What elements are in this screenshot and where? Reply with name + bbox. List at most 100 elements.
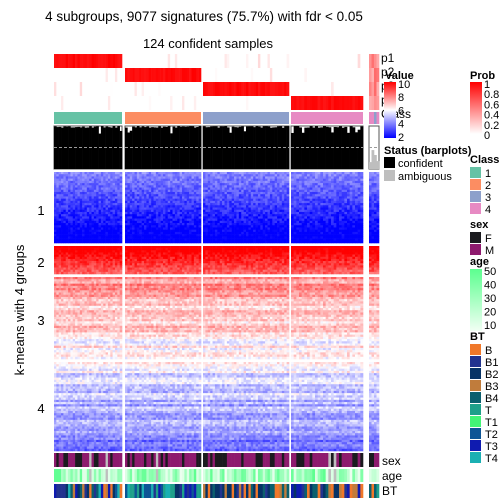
heatmap-cell bbox=[61, 234, 64, 237]
heatmap-cell bbox=[246, 234, 249, 237]
heatmap-cell bbox=[65, 198, 69, 202]
heatmap-cell bbox=[153, 176, 157, 179]
heatmap-cell bbox=[151, 231, 154, 235]
heatmap-cell bbox=[153, 261, 157, 264]
heatmap-cell bbox=[61, 209, 64, 213]
heatmap-cell bbox=[309, 209, 313, 213]
heatmap-cell bbox=[257, 183, 261, 186]
heatmap-cell bbox=[296, 234, 300, 237]
heatmap-cell bbox=[184, 261, 188, 264]
heatmap-cell bbox=[65, 178, 69, 182]
heatmap-cell bbox=[103, 172, 106, 175]
heatmap-cell bbox=[177, 258, 180, 262]
heatmap-cell bbox=[103, 194, 106, 197]
heatmap-cell bbox=[125, 236, 128, 239]
heatmap-cell bbox=[260, 240, 264, 244]
heatmap-cell bbox=[224, 246, 228, 249]
heatmap-cell bbox=[296, 183, 300, 186]
heatmap-cell bbox=[257, 234, 261, 237]
heatmap-cell bbox=[320, 187, 324, 191]
heatmap-cell bbox=[65, 218, 69, 222]
heatmap-cell bbox=[177, 229, 180, 233]
heatmap-cell bbox=[333, 238, 337, 242]
heatmap-cell bbox=[170, 174, 173, 177]
heatmap-cell bbox=[349, 216, 353, 219]
heatmap-cell bbox=[177, 218, 180, 222]
heatmap-cell bbox=[127, 196, 131, 199]
heatmap-cell bbox=[323, 191, 326, 195]
heatmap-cell bbox=[107, 209, 111, 213]
heatmap-cell bbox=[186, 174, 190, 177]
heatmap-cell bbox=[155, 180, 159, 184]
heatmap-cell bbox=[151, 178, 154, 182]
heatmap-cell bbox=[299, 198, 302, 202]
heatmap-cell bbox=[134, 194, 138, 197]
heatmap-cell bbox=[226, 223, 230, 226]
heatmap-cell bbox=[236, 248, 240, 251]
heatmap-cell bbox=[172, 220, 176, 224]
heatmap-cell bbox=[54, 198, 57, 202]
heatmap-cell bbox=[369, 240, 372, 244]
heatmap-cell bbox=[134, 269, 138, 273]
heatmap-cell bbox=[139, 252, 142, 255]
heatmap-cell bbox=[344, 203, 348, 206]
heatmap-cell bbox=[86, 234, 90, 237]
heatmap-cell bbox=[226, 176, 230, 179]
heatmap-cell bbox=[352, 187, 356, 191]
heatmap-cell bbox=[272, 172, 275, 175]
heatmap-cell bbox=[291, 229, 294, 233]
heatmap-cell bbox=[325, 198, 329, 202]
heatmap-cell bbox=[82, 198, 85, 202]
heatmap-cell bbox=[355, 194, 358, 197]
heatmap-cell bbox=[265, 183, 268, 186]
heatmap-cell bbox=[246, 231, 249, 235]
heatmap-cell bbox=[325, 234, 329, 237]
heatmap-cell bbox=[84, 254, 88, 258]
heatmap-cell bbox=[355, 231, 358, 235]
heatmap-cell bbox=[291, 236, 294, 239]
heatmap-cell bbox=[61, 263, 64, 266]
heatmap-cell bbox=[82, 183, 85, 186]
heatmap-cell bbox=[186, 207, 190, 211]
heatmap-cell bbox=[207, 238, 211, 242]
heatmap-cell bbox=[189, 256, 192, 260]
heatmap-cell bbox=[196, 176, 199, 179]
heatmap-cell bbox=[281, 211, 285, 215]
heatmap-cell bbox=[224, 211, 228, 215]
heatmap-cell bbox=[65, 216, 69, 219]
heatmap-cell bbox=[77, 256, 81, 260]
heatmap-cell bbox=[296, 236, 300, 239]
heatmap-cell bbox=[301, 174, 305, 177]
heatmap-cell bbox=[317, 187, 321, 191]
heatmap-cell bbox=[309, 211, 313, 215]
heatmap-cell bbox=[146, 196, 150, 199]
heatmap-cell bbox=[158, 178, 161, 182]
heatmap-cell bbox=[219, 229, 223, 233]
heatmap-cell bbox=[167, 198, 171, 202]
heatmap-cell bbox=[84, 194, 88, 197]
heatmap-cell bbox=[182, 263, 185, 266]
heatmap-cell bbox=[63, 183, 67, 186]
heatmap-cell bbox=[229, 191, 232, 195]
heatmap-cell bbox=[284, 209, 287, 213]
heatmap-cell bbox=[347, 176, 350, 179]
heatmap-cell bbox=[91, 207, 95, 211]
heatmap-cell bbox=[160, 250, 164, 253]
heatmap-cell bbox=[167, 265, 171, 268]
heatmap-cell bbox=[58, 196, 62, 199]
heatmap-cell bbox=[54, 236, 57, 239]
heatmap-cell bbox=[98, 229, 102, 233]
heatmap-cell bbox=[155, 254, 159, 258]
heatmap-cell bbox=[119, 258, 123, 262]
heatmap-cell bbox=[277, 225, 280, 228]
heatmap-cell bbox=[207, 231, 211, 235]
heatmap-cell bbox=[260, 191, 264, 195]
heatmap-cell bbox=[114, 211, 118, 215]
heatmap-cell bbox=[177, 240, 180, 244]
heatmap-cell bbox=[98, 254, 102, 258]
heatmap-cell bbox=[250, 236, 254, 239]
heatmap-cell bbox=[279, 178, 283, 182]
heatmap-cell bbox=[75, 187, 78, 191]
heatmap-cell bbox=[217, 205, 221, 208]
heatmap-cell bbox=[56, 176, 59, 179]
